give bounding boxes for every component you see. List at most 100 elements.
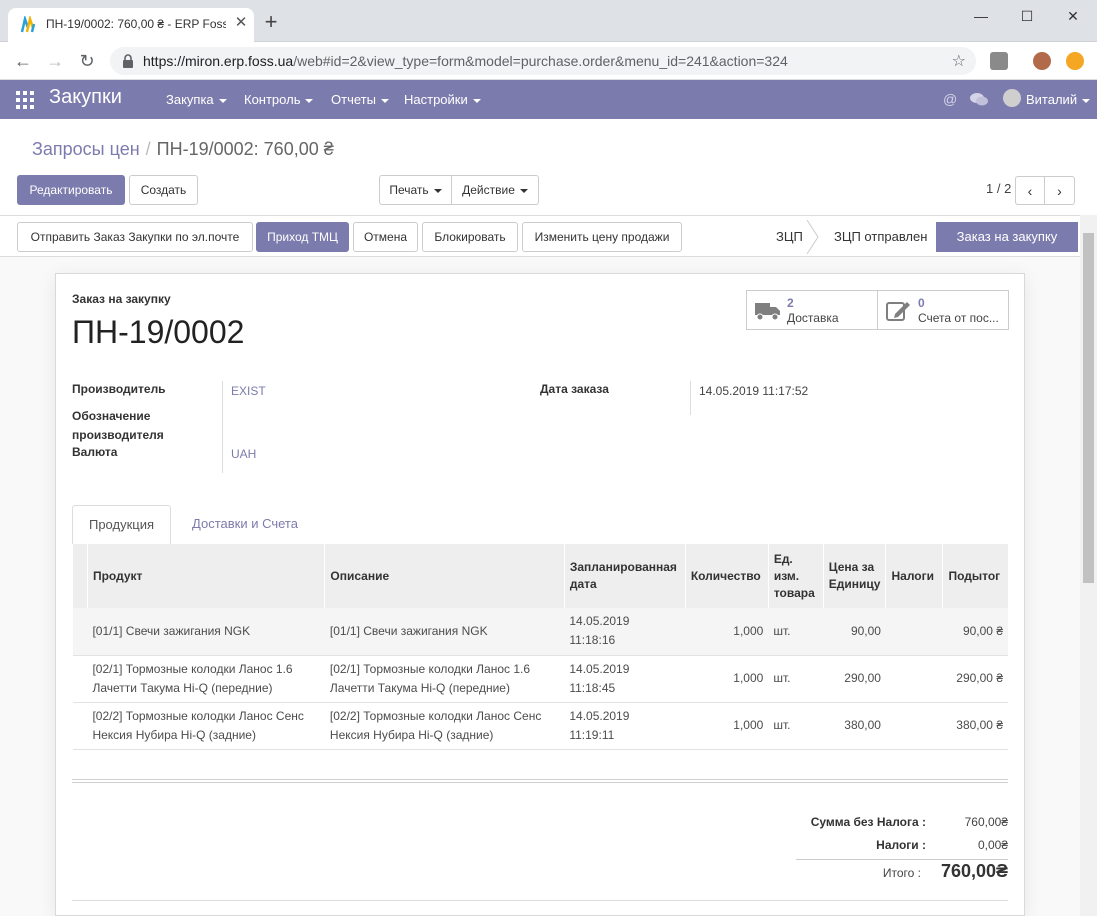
reload-icon[interactable]: ↻ xyxy=(74,49,100,73)
taxes-amount-value: 0,00₴ xyxy=(977,838,1008,852)
profile-avatar[interactable] xyxy=(1033,52,1051,70)
pager-previous-button[interactable]: ‹ xyxy=(1015,176,1045,205)
menu-control[interactable]: Контроль xyxy=(244,92,314,107)
edit-button[interactable]: Редактировать xyxy=(17,175,125,205)
breadcrumb-parent-link[interactable]: Запросы цен xyxy=(32,139,140,159)
scrollbar-thumb[interactable] xyxy=(1083,233,1094,583)
lock-order-button[interactable]: Блокировать xyxy=(422,222,518,252)
column-description[interactable]: Описание xyxy=(324,544,565,608)
cell-time: 11:18:45 xyxy=(569,680,616,695)
vendor-value[interactable]: EXIST xyxy=(231,384,266,398)
cell-time: 11:19:11 xyxy=(569,727,615,742)
menu-reports[interactable]: Отчеты xyxy=(331,92,389,107)
close-tab-icon[interactable]: ✕ xyxy=(232,14,250,32)
action-dropdown-button[interactable]: Действие xyxy=(451,175,539,205)
forward-icon[interactable]: → xyxy=(42,49,68,73)
stage-arrow-icon xyxy=(806,220,819,254)
caret-down-icon xyxy=(519,188,528,193)
tab-deliveries-invoices[interactable]: Доставки и Счета xyxy=(178,505,312,545)
bookmark-star-icon[interactable]: ☆ xyxy=(952,51,966,71)
cell-planned-date: 14.05.2019 11:18:45 xyxy=(564,655,686,703)
notes-divider xyxy=(72,900,1008,901)
cell-taxes xyxy=(885,608,943,656)
stage-purchase-order-label: Заказ на закупку xyxy=(956,229,1058,244)
action-label: Действие xyxy=(462,183,515,197)
menu-reports-label: Отчеты xyxy=(331,92,376,107)
column-planned-date[interactable]: Запланированная дата xyxy=(563,544,686,608)
close-window-icon[interactable]: ✕ xyxy=(1050,2,1096,30)
untaxed-amount-value: 760,00₴ xyxy=(964,815,1008,829)
change-sale-price-button[interactable]: Изменить цену продажи xyxy=(522,222,682,252)
maximize-icon[interactable]: ☐ xyxy=(1004,2,1050,30)
breadcrumb-separator: / xyxy=(145,139,151,159)
caret-down-icon xyxy=(305,98,314,103)
currency-label: Валюта xyxy=(72,445,118,459)
breadcrumb: Запросы цен / ПН-19/0002: 760,00 ₴ xyxy=(32,139,334,160)
stage-rfq[interactable]: ЗЦП xyxy=(776,222,803,252)
column-unit-price[interactable]: Цена за Единицу xyxy=(822,544,886,608)
row-handle xyxy=(72,702,88,750)
scrollbar[interactable] xyxy=(1080,215,1097,916)
new-tab-icon[interactable]: + xyxy=(260,11,282,34)
caret-down-icon xyxy=(380,98,389,103)
cancel-order-button[interactable]: Отмена xyxy=(353,222,418,252)
column-quantity[interactable]: Количество xyxy=(684,544,769,608)
chat-bubbles-icon[interactable] xyxy=(970,92,988,107)
extension-icon[interactable] xyxy=(990,52,1008,70)
cell-date: 14.05.2019 xyxy=(569,614,630,629)
back-icon[interactable]: ← xyxy=(10,49,36,73)
minimize-icon[interactable]: — xyxy=(958,2,1004,30)
table-row[interactable]: [02/1] Тормозные колодки Ланос 1.6 Лачет… xyxy=(72,655,1008,703)
url-text: https://miron.erp.foss.ua/web#id=2&view_… xyxy=(143,53,788,69)
send-email-button[interactable]: Отправить Заказ Закупки по эл.почте xyxy=(17,222,253,252)
vendor-label: Производитель xyxy=(72,382,166,396)
menu-purchase[interactable]: Закупка xyxy=(166,92,227,107)
column-taxes[interactable]: Налоги xyxy=(885,544,943,608)
address-bar: ← → ↻ https://miron.erp.foss.ua/web#id=2… xyxy=(0,42,1097,80)
column-uom[interactable]: Ед. изм. товара xyxy=(767,544,824,608)
cell-uom: шт. xyxy=(768,655,824,703)
stage-purchase-order[interactable]: Заказ на закупку xyxy=(936,222,1078,252)
url-host: https://miron.erp.foss.ua xyxy=(143,53,294,69)
menu-settings[interactable]: Настройки xyxy=(404,92,481,107)
apps-grid-icon[interactable] xyxy=(16,91,34,109)
column-subtotal[interactable]: Подытог xyxy=(942,544,1008,608)
menu-control-label: Контроль xyxy=(244,92,301,107)
delivery-label: Доставка xyxy=(787,311,839,325)
update-icon[interactable] xyxy=(1066,52,1084,70)
table-row[interactable]: [02/2] Тормозные колодки Ланос Сенс Некс… xyxy=(72,702,1008,750)
field-divider xyxy=(222,381,223,473)
delivery-count: 2 xyxy=(787,296,794,310)
user-menu[interactable]: Виталий xyxy=(1026,92,1091,107)
stage-rfq-sent[interactable]: ЗЦП отправлен xyxy=(834,222,927,252)
url-input[interactable]: https://miron.erp.foss.ua/web#id=2&view_… xyxy=(110,47,976,75)
tab-products[interactable]: Продукция xyxy=(72,505,171,545)
at-sign-icon[interactable]: @ xyxy=(943,91,957,107)
bills-count: 0 xyxy=(918,296,925,310)
cell-description: [02/1] Тормозные колодки Ланос 1.6 Лачет… xyxy=(324,655,565,703)
tab-title: ПН-19/0002: 760,00 ₴ - ERP Foss xyxy=(46,17,226,31)
delivery-smart-button[interactable]: 2 Доставка xyxy=(746,290,878,330)
column-product[interactable]: Продукт xyxy=(86,544,325,608)
cell-uom: шт. xyxy=(768,702,824,750)
cell-quantity: 1,000 xyxy=(685,655,769,703)
site-favicon-icon xyxy=(20,16,36,33)
table-row[interactable]: [01/1] Свечи зажигания NGK [01/1] Свечи … xyxy=(72,608,1008,656)
cell-description: [01/1] Свечи зажигания NGK xyxy=(324,608,565,656)
print-dropdown-button[interactable]: Печать xyxy=(379,175,452,205)
order-date-label: Дата заказа xyxy=(540,382,609,396)
field-divider xyxy=(690,381,691,415)
user-avatar[interactable] xyxy=(1003,89,1021,107)
pager-next-button[interactable]: › xyxy=(1044,176,1075,205)
browser-tab[interactable]: ПН-19/0002: 760,00 ₴ - ERP Foss ✕ xyxy=(8,8,254,42)
order-lines-table: Продукт Описание Запланированная дата Ко… xyxy=(72,544,1008,750)
row-handle xyxy=(72,655,88,703)
url-path: /web#id=2&view_type=form&model=purchase.… xyxy=(293,53,788,69)
vendor-bills-smart-button[interactable]: 0 Счета от пос... xyxy=(877,290,1009,330)
create-button[interactable]: Создать xyxy=(129,175,198,205)
cell-subtotal: 90,00 ₴ xyxy=(942,608,1008,656)
receive-products-button[interactable]: Приход ТМЦ xyxy=(256,222,349,252)
currency-value[interactable]: UAH xyxy=(231,447,256,461)
cell-unit-price: 380,00 xyxy=(823,702,886,750)
truck-icon xyxy=(755,303,780,321)
